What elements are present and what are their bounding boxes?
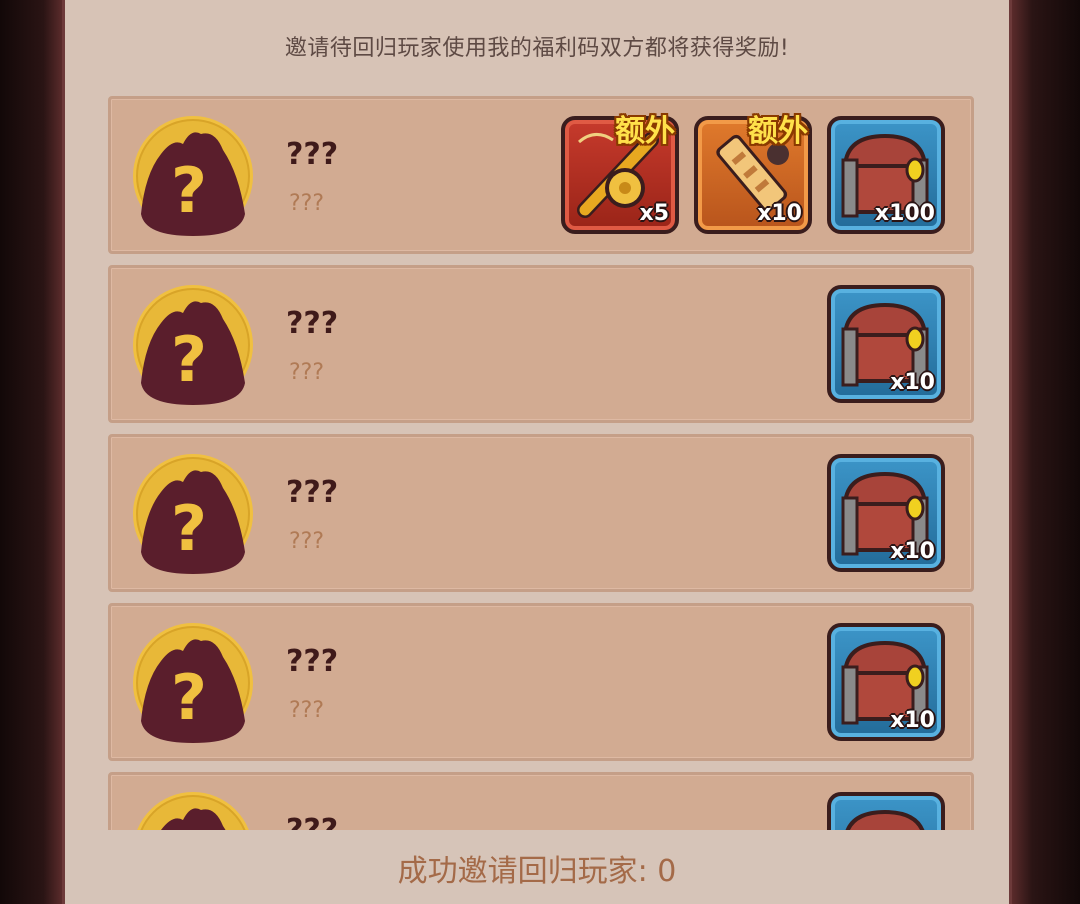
invite-description: 邀请待回归玩家使用我的福利码双方都将获得奖励!	[284, 36, 790, 61]
invite-row: ? ??? ??? 额外 x5 额外 x10 x100	[108, 96, 974, 254]
reward-treasure-chest[interactable]: x10	[827, 454, 945, 572]
left-frame	[0, 0, 62, 904]
player-name: ???	[286, 644, 339, 679]
invite-panel: 邀请待回归玩家使用我的福利码双方都将获得奖励! ? ??? ??? 额外 x5 …	[62, 0, 1012, 904]
reward-treasure-chest[interactable]: x10	[827, 623, 945, 741]
reward-quantity: x100	[874, 201, 935, 226]
player-name: ???	[286, 813, 338, 830]
unknown-avatar-icon: ?	[133, 623, 253, 743]
unknown-player-avatar: ?	[131, 790, 255, 830]
reward-treasure-chest[interactable]: x100	[827, 116, 945, 234]
player-status: ???	[289, 191, 325, 216]
invite-row: ? ??? ??? x10	[108, 772, 974, 830]
player-status: ???	[289, 698, 325, 723]
right-frame	[1012, 0, 1080, 904]
unknown-player-avatar: ?	[131, 283, 255, 407]
unknown-avatar-icon: ?	[133, 285, 253, 405]
treasure-chest-icon	[845, 810, 925, 830]
player-name: ???	[286, 137, 339, 172]
svg-text:?: ?	[171, 661, 207, 734]
reward-quantity: x10	[757, 201, 802, 226]
extra-badge: 额外	[615, 114, 675, 149]
unknown-player-avatar: ?	[131, 621, 255, 745]
svg-text:?: ?	[171, 323, 207, 396]
invite-row: ? ??? ??? x10	[108, 265, 974, 423]
invite-row: ? ??? ??? x10	[108, 603, 974, 761]
reward-treasure-chest[interactable]: x10	[827, 792, 945, 830]
unknown-avatar-icon: ?	[137, 792, 249, 830]
invite-row: ? ??? ??? x10	[108, 434, 974, 592]
player-name: ???	[286, 306, 339, 341]
unknown-player-avatar: ?	[131, 114, 255, 238]
player-status: ???	[289, 360, 325, 385]
unknown-player-avatar: ?	[131, 452, 255, 576]
reward-scroll[interactable]: 额外 x10	[694, 114, 812, 234]
unknown-avatar-icon: ?	[133, 116, 253, 236]
player-name: ???	[286, 475, 339, 510]
reward-list[interactable]: ? ??? ??? 额外 x5 额外 x10 x100 ? ??? ??? x1…	[108, 96, 974, 830]
reward-quantity: x10	[890, 539, 935, 564]
invite-count: 成功邀请回归玩家: 0	[397, 854, 677, 889]
unknown-avatar-icon: ?	[133, 454, 253, 574]
svg-text:?: ?	[171, 492, 207, 565]
reward-quantity: x10	[890, 708, 935, 733]
reward-fishing-rod[interactable]: 额外 x5	[561, 114, 679, 234]
footer-bar: 成功邀请回归玩家: 0	[65, 830, 1009, 904]
player-status: ???	[289, 529, 325, 554]
reward-quantity: x10	[890, 370, 935, 395]
extra-badge: 额外	[748, 114, 808, 149]
reward-treasure-chest[interactable]: x10	[827, 285, 945, 403]
svg-text:?: ?	[171, 154, 207, 227]
reward-quantity: x5	[639, 201, 670, 226]
